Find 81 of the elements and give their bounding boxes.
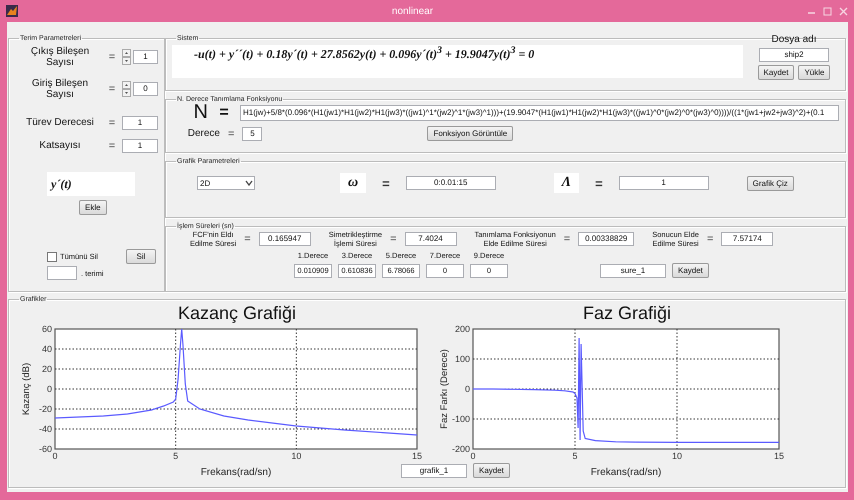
input-field[interactable]: 0.00338829 bbox=[578, 232, 634, 246]
draw-graph-button[interactable]: Grafik Çiz bbox=[746, 176, 794, 190]
chart-title: Faz Grafiği bbox=[582, 303, 672, 323]
load-button[interactable]: Yükle bbox=[798, 65, 830, 80]
field-label: Türev Derecesi bbox=[25, 117, 95, 128]
equals-sign: = bbox=[108, 140, 116, 152]
add-button[interactable]: Ekle bbox=[79, 200, 107, 215]
input-field[interactable]: 1 bbox=[133, 50, 158, 64]
axis-title: Faz Farkı (Derece) bbox=[439, 349, 450, 429]
dropdown[interactable]: 2D bbox=[197, 176, 255, 190]
app-icon bbox=[6, 5, 18, 17]
term-preview: y´(t) bbox=[47, 172, 135, 196]
function-field[interactable]: H1(jw)+5/8*(0.096*(H1(jw1)*H1(jw2)*H1(jw3)*((jw1)^1*(jw2)^1*(jw3)^1)))+(19.9047*(H1(jw1)*H1(jw2)*H1(jw3)*((jw1)^0*(jw2)^0*(jw3)^0))))/((1*(jw1+jw2+jw3)^2)+(0.1 bbox=[240, 104, 839, 120]
tick-label: -40 bbox=[38, 424, 52, 434]
equals-sign: = bbox=[706, 233, 714, 245]
field-label: Giriş Bileşen Sayısı bbox=[30, 78, 90, 100]
chart-title: Kazanç Grafiği bbox=[176, 303, 298, 323]
omega-symbol: ω bbox=[340, 173, 366, 193]
window-title: nonlinear bbox=[390, 6, 434, 16]
equals-sign: = bbox=[228, 128, 234, 140]
axis-title: Frekans(rad/sn) bbox=[200, 467, 272, 478]
tick-label: 100 bbox=[454, 354, 470, 364]
save-button[interactable]: Kaydet bbox=[473, 463, 510, 478]
spinner-icon[interactable] bbox=[122, 49, 131, 65]
tick-label: 10 bbox=[291, 451, 302, 461]
tick-label: -100 bbox=[452, 414, 470, 424]
tick-label: 200 bbox=[454, 324, 470, 334]
field-label: Katsayısı bbox=[38, 140, 82, 151]
delete-button[interactable]: Sil bbox=[126, 249, 156, 264]
tick-label: 0 bbox=[470, 451, 476, 461]
input-field[interactable]: 1 bbox=[618, 176, 709, 190]
tick-label: 15 bbox=[774, 451, 784, 461]
input-field[interactable]: sure_1 bbox=[600, 264, 666, 278]
spinner-icon[interactable] bbox=[122, 81, 131, 97]
axis-title: Frekans(rad/sn) bbox=[590, 467, 662, 478]
input-field[interactable]: grafik_1 bbox=[401, 464, 467, 478]
equals-sign: = bbox=[390, 233, 396, 245]
tick-label: 5 bbox=[173, 451, 178, 461]
axis-title: Kazanç (dB) bbox=[21, 362, 32, 416]
degree-label: Derece bbox=[186, 128, 220, 139]
lambda-symbol: Λ bbox=[554, 173, 580, 193]
input-field[interactable]: 5 bbox=[242, 126, 262, 140]
tick-label: 20 bbox=[42, 364, 52, 374]
equals-sign: = bbox=[564, 233, 570, 245]
field-label: Çıkış Bileşen Sayısı bbox=[30, 46, 90, 68]
equals-sign: = bbox=[382, 176, 390, 190]
tick-label: -20 bbox=[38, 404, 52, 414]
tick-label: 0 bbox=[52, 451, 58, 461]
file-name-label: Dosya adı bbox=[771, 34, 817, 45]
tick-label: 10 bbox=[672, 451, 682, 461]
equals-sign: = bbox=[108, 51, 116, 63]
equals-sign: = bbox=[108, 83, 116, 95]
equals-sign: = bbox=[244, 233, 251, 245]
input-field[interactable]: 7.4024 bbox=[404, 232, 456, 246]
equals-sign: = bbox=[108, 116, 116, 128]
equals-sign: = bbox=[595, 176, 603, 190]
input-field[interactable]: 0 bbox=[133, 82, 158, 96]
tick-label: 60 bbox=[42, 324, 52, 334]
tick-label: -200 bbox=[452, 444, 470, 454]
input-field[interactable]: 1 bbox=[122, 138, 158, 152]
close-icon[interactable] bbox=[839, 6, 848, 16]
save-button[interactable]: Kaydet bbox=[758, 65, 794, 80]
input-field[interactable]: 1 bbox=[122, 116, 158, 130]
equals-sign: = bbox=[218, 104, 230, 122]
tick-label: 15 bbox=[412, 451, 422, 461]
tick-label: 0 bbox=[46, 384, 52, 394]
input-field[interactable]: 7.57174 bbox=[721, 232, 774, 246]
checkbox[interactable] bbox=[47, 252, 57, 262]
maximize-icon[interactable] bbox=[823, 6, 832, 16]
input-field[interactable]: 0.165947 bbox=[258, 232, 311, 246]
tick-label: -60 bbox=[38, 444, 52, 454]
show-function-button[interactable]: Fonksiyon Görüntüle bbox=[427, 126, 514, 141]
tick-label: 0 bbox=[464, 384, 470, 394]
input-field[interactable]: 0:0.01:15 bbox=[406, 176, 496, 190]
function-symbol: N bbox=[194, 101, 208, 124]
equation-display: -u(t) + y´´(t) + 0.18y´(t) + 27.8562y(t) + 0.096y´(t)$^{3}$ + 19.9047y(t)$^{3}$ = 0 bbox=[172, 44, 743, 78]
input-field[interactable] bbox=[47, 266, 77, 280]
save-button[interactable]: Kaydet bbox=[672, 263, 709, 278]
tick-label: 5 bbox=[572, 451, 578, 461]
tick-label: 40 bbox=[42, 344, 52, 354]
input-field[interactable]: ship2 bbox=[759, 48, 829, 62]
